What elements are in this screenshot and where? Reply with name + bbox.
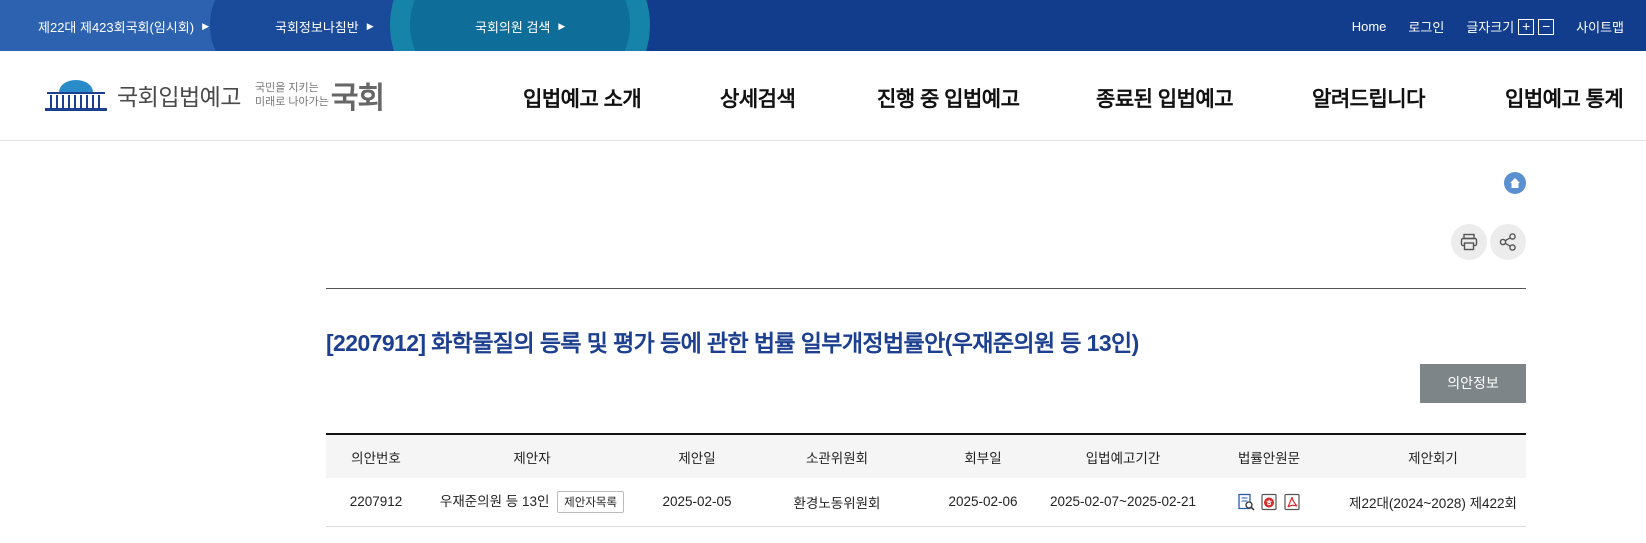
- font-increase-button[interactable]: +: [1518, 18, 1535, 35]
- font-decrease-button[interactable]: −: [1538, 18, 1555, 35]
- bill-summary-table: 의안번호 제안자 제안일 소관위원회 회부일 입법예고기간 법률안원문 제안회기…: [326, 433, 1526, 527]
- login-link[interactable]: 로그인: [1408, 17, 1444, 36]
- col-proposer: 제안자: [426, 433, 638, 478]
- font-size-control: 글자크기 + −: [1466, 17, 1555, 36]
- nav-detail-search[interactable]: 상세검색: [720, 83, 796, 113]
- cell-session: 제22대(2024~2028) 제422회: [1340, 478, 1526, 527]
- pdf-file-icon[interactable]: [1283, 493, 1301, 511]
- cell-notice-period: 2025-02-07~2025-02-21: [1048, 478, 1198, 527]
- member-search-label: 국회의원 검색: [475, 20, 551, 35]
- share-icon: [1499, 233, 1516, 251]
- chevron-right-icon: ▶: [558, 21, 566, 31]
- nav-ongoing[interactable]: 진행 중 입법예고: [877, 83, 1020, 113]
- nav-intro[interactable]: 입법예고 소개: [523, 83, 642, 113]
- col-referral-date: 회부일: [918, 433, 1048, 478]
- print-button[interactable]: [1451, 224, 1487, 260]
- cell-proposed-date: 2025-02-05: [638, 478, 756, 527]
- table-header-row: 의안번호 제안자 제안일 소관위원회 회부일 입법예고기간 법률안원문 제안회기: [326, 433, 1526, 478]
- home-link[interactable]: Home: [1352, 19, 1387, 34]
- session-link[interactable]: 제22대 제423회국회(임시회) ▶: [38, 17, 209, 36]
- hwp-file-icon[interactable]: ㅎ: [1260, 493, 1278, 511]
- print-icon: [1460, 233, 1478, 251]
- logo-assembly-mark: 국회: [330, 82, 385, 115]
- cell-referral-date: 2025-02-06: [918, 478, 1048, 527]
- content-divider: [326, 288, 1526, 289]
- chevron-right-icon: ▶: [366, 21, 374, 31]
- compass-link[interactable]: 국회정보나침반 ▶: [275, 17, 374, 36]
- share-button[interactable]: [1490, 224, 1526, 260]
- col-committee: 소관위원회: [756, 433, 918, 478]
- col-bill-no: 의안번호: [326, 433, 426, 478]
- session-link-label: 제22대 제423회국회(임시회): [38, 20, 195, 35]
- col-original-text: 법률안원문: [1198, 433, 1340, 478]
- compass-link-label: 국회정보나침반: [275, 20, 359, 35]
- proposer-text: 우재준의원 등 13인: [439, 494, 550, 510]
- home-icon[interactable]: [1504, 172, 1526, 194]
- font-size-label: 글자크기: [1466, 20, 1515, 35]
- chevron-right-icon: ▶: [202, 21, 209, 31]
- cell-committee: 환경노동위원회: [756, 478, 918, 527]
- nav-closed[interactable]: 종료된 입법예고: [1096, 83, 1234, 113]
- svg-text:ㅎ: ㅎ: [1265, 498, 1272, 507]
- top-right-links: Home 로그인 글자크기 + − 사이트맵: [1352, 17, 1624, 36]
- top-utility-bar: 제22대 제423회국회(임시회) ▶ 국회정보나침반 ▶ 국회의원 검색 ▶ …: [0, 0, 1646, 51]
- logo-slogan: 국민을 지키는 미래로 나아가는: [255, 81, 329, 109]
- sitemap-link[interactable]: 사이트맵: [1576, 17, 1624, 36]
- document-view-icon[interactable]: [1237, 493, 1255, 511]
- site-logo[interactable]: 국회입법예고 국민을 지키는 미래로 나아가는 국회: [45, 73, 385, 117]
- cell-bill-no: 2207912: [326, 478, 426, 527]
- table-row: 2207912 우재준의원 등 13인 제안자목록 2025-02-05 환경노…: [326, 478, 1526, 527]
- nav-notice[interactable]: 알려드립니다: [1312, 83, 1425, 113]
- nav-statistics[interactable]: 입법예고 통계: [1505, 83, 1624, 113]
- main-header: 국회입법예고 국민을 지키는 미래로 나아가는 국회 입법예고 소개 상세검색 …: [0, 51, 1646, 141]
- col-proposed-date: 제안일: [638, 433, 756, 478]
- bill-title: [2207912] 화학물질의 등록 및 평가 등에 관한 법률 일부개정법률안…: [326, 330, 1139, 356]
- assembly-building-icon: [45, 80, 107, 111]
- col-session: 제안회기: [1340, 433, 1526, 478]
- col-notice-period: 입법예고기간: [1048, 433, 1198, 478]
- member-search-link[interactable]: 국회의원 검색 ▶: [475, 17, 565, 36]
- proposer-list-button[interactable]: 제안자목록: [557, 491, 625, 514]
- logo-text: 국회입법예고: [117, 84, 241, 110]
- cell-proposer: 우재준의원 등 13인 제안자목록: [426, 478, 638, 527]
- logo-slogan-line2: 미래로 나아가는: [254, 96, 329, 108]
- cell-original-text: ㅎ: [1198, 478, 1340, 527]
- bill-info-button[interactable]: 의안정보: [1420, 364, 1526, 403]
- logo-slogan-line1: 국민을 지키는: [254, 82, 319, 94]
